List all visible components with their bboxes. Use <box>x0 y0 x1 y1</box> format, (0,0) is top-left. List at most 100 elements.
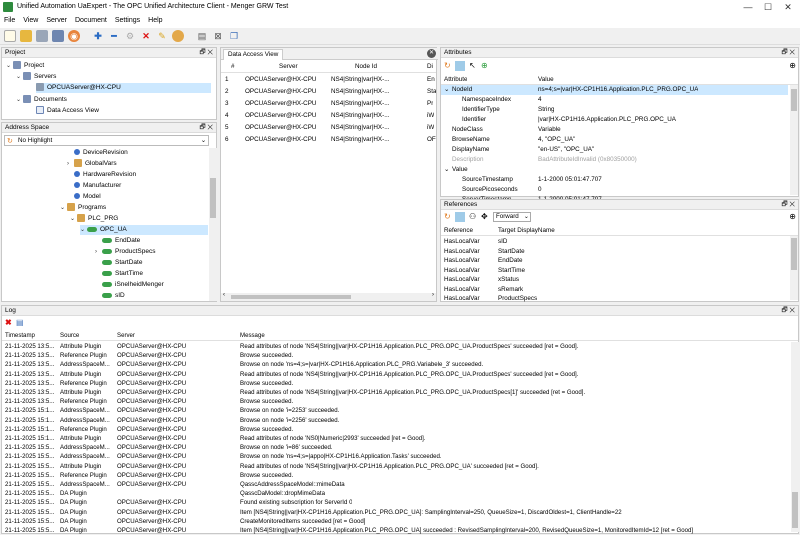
tree-node[interactable]: Model <box>74 192 101 202</box>
panel-buttons[interactable]: 🗗 ✕ <box>781 306 795 316</box>
reference-row[interactable]: HasLocalVar sRemark <box>441 285 788 295</box>
address-space-scrollbar[interactable] <box>209 148 217 301</box>
tree-node-selected[interactable]: ⌄ OPC_UA <box>80 225 208 235</box>
reference-row[interactable]: HasLocalVar EndDate <box>441 256 788 266</box>
cursor-icon[interactable]: ↖ <box>469 61 476 70</box>
direction-select[interactable]: Forward ⌄ <box>493 212 531 222</box>
refresh-icon[interactable]: ↻ <box>444 212 451 221</box>
menu-document[interactable]: Document <box>71 15 111 24</box>
attribute-row[interactable]: Value ⌄ <box>441 165 788 175</box>
close-tab-icon[interactable]: ✕ <box>427 49 436 58</box>
tree-item-data-access-view[interactable]: Data Access View <box>36 106 99 116</box>
log-row[interactable]: 21-11-2025 15:5... AddressSpaceM... OPCUAS… <box>2 443 790 452</box>
add-icon[interactable]: ⊕ <box>481 61 488 70</box>
log-row[interactable]: 21-11-2025 15:5... Attribute Plugin OPCUAS… <box>2 462 790 471</box>
log-row[interactable]: 21-11-2025 13:5... Attribute Plugin OPCUAS… <box>2 342 790 351</box>
dav-row[interactable]: 1 OPCUAServer@HX-CPU NS4|String|var|HX-...… <box>221 74 436 86</box>
tree-node[interactable]: ⌄ PLC_PRG <box>70 214 118 224</box>
connect-icon[interactable]: ⚙ <box>124 30 136 42</box>
log-row[interactable]: 21-11-2025 13:5... AddressSpaceM... OPCUAS… <box>2 360 790 369</box>
attribute-row[interactable]: SourceTimestamp 1-1-2000 05:01:47.707 <box>441 175 788 185</box>
browse-icon[interactable]: ✥ <box>481 212 488 221</box>
preferences-icon[interactable]: ◉ <box>68 30 80 42</box>
attribute-row[interactable]: IdentifierType String <box>441 105 788 115</box>
log-row[interactable]: 21-11-2025 13:5... Reference Plugin OPCUAS… <box>2 351 790 360</box>
tree-node[interactable]: EndDate <box>102 236 140 246</box>
write-icon[interactable] <box>455 61 465 71</box>
panel-buttons[interactable]: 🗗 ✕ <box>781 200 795 210</box>
log-row[interactable]: 21-11-2025 15:5... Reference Plugin OPCUAS… <box>2 471 790 480</box>
tree-node[interactable]: DeviceRevision <box>74 148 128 158</box>
tree-node[interactable]: HardwareRevision <box>74 170 136 180</box>
menu-settings[interactable]: Settings <box>111 15 144 24</box>
panel-buttons[interactable]: 🗗 ✕ <box>781 48 795 58</box>
open-folder-icon[interactable] <box>20 30 32 42</box>
tree-item-documents[interactable]: ⌄ Documents <box>16 95 67 105</box>
attribute-row[interactable]: NamespaceIndex 4 <box>441 95 788 105</box>
log-row[interactable]: 21-11-2025 15:5... DA Plugin OPCUAServer@H… <box>2 517 790 526</box>
log-row[interactable]: 21-11-2025 13:5... Attribute Plugin OPCUAS… <box>2 370 790 379</box>
tree-node[interactable]: iSnelheidMenger <box>102 280 164 290</box>
add-reference-icon[interactable]: ⊕ <box>789 212 796 221</box>
panel-buttons[interactable]: 🗗 ✕ <box>199 123 213 133</box>
save-as-icon[interactable] <box>52 30 64 42</box>
tree-item-servers[interactable]: ⌄ Servers <box>16 72 56 82</box>
user-icon[interactable] <box>172 30 184 42</box>
save-log-icon[interactable]: ▤ <box>16 318 24 327</box>
minimize-button[interactable]: — <box>738 1 758 13</box>
log-row[interactable]: 21-11-2025 15:1... Reference Plugin OPCUAS… <box>2 425 790 434</box>
new-document-icon[interactable] <box>4 30 16 42</box>
tree-node[interactable]: › GlobalVars <box>67 159 117 169</box>
log-row[interactable]: 21-11-2025 15:5... DA Plugin OPCUAServer@H… <box>2 508 790 517</box>
log-row[interactable]: 21-11-2025 15:5... AddressSpaceM... OPCUAS… <box>2 452 790 461</box>
add-document-icon[interactable]: ▤ <box>196 30 208 42</box>
reference-row[interactable]: HasLocalVar StartDate <box>441 247 788 257</box>
menu-server[interactable]: Server <box>42 15 71 24</box>
reference-row[interactable]: HasLocalVar xStatus <box>441 275 788 285</box>
remove-document-icon[interactable]: ⊠ <box>212 30 224 42</box>
log-row[interactable]: 21-11-2025 13:5... Attribute Plugin OPCUAS… <box>2 388 790 397</box>
hierarchy-icon[interactable]: ⚇ <box>469 212 476 221</box>
dav-row[interactable]: 2 OPCUAServer@HX-CPU NS4|String|var|HX-...… <box>221 86 436 98</box>
chevron-down-icon[interactable]: ⌄ <box>444 165 449 175</box>
remove-server-icon[interactable]: ━ <box>108 30 120 42</box>
log-row[interactable]: 21-11-2025 15:5... AddressSpaceM... OPCUAS… <box>2 480 790 489</box>
attribute-row[interactable]: NodeId ns=4;s=|var|HX-CP1H16.Application.… <box>441 85 788 95</box>
log-row[interactable]: 21-11-2025 13:5... Reference Plugin OPCUAS… <box>2 379 790 388</box>
tree-item-project[interactable]: ⌄ Project <box>6 61 44 71</box>
reference-row[interactable]: HasLocalVar StartTime <box>441 266 788 276</box>
log-row[interactable]: 21-11-2025 15:5... DA Plugin QasscDaModel:… <box>2 489 790 498</box>
maximize-button[interactable]: ☐ <box>758 1 778 13</box>
dav-row[interactable]: 4 OPCUAServer@HX-CPU NS4|String|var|HX-...… <box>221 110 436 122</box>
add-column-icon[interactable]: ⊕ <box>789 61 796 70</box>
menu-view[interactable]: View <box>19 15 42 24</box>
tree-node[interactable]: sID <box>102 291 125 301</box>
tree-item-server[interactable]: OPCUAServer@HX-CPU <box>36 83 211 93</box>
attribute-row[interactable]: SourcePicoseconds 0 <box>441 185 788 195</box>
chevron-down-icon[interactable]: ⌄ <box>444 85 449 95</box>
log-row[interactable]: 21-11-2025 15:1... AddressSpaceM... OPCUAS… <box>2 416 790 425</box>
attribute-row[interactable]: Identifier |var|HX-CP1H16.Application.PLC… <box>441 115 788 125</box>
tree-node[interactable]: StartDate <box>102 258 142 268</box>
reference-row[interactable]: HasLocalVar sID <box>441 237 788 247</box>
write-icon[interactable] <box>455 212 465 222</box>
disconnect-icon[interactable]: ✕ <box>140 30 152 42</box>
refresh-icon[interactable]: ↻ <box>444 61 451 70</box>
log-scrollbar[interactable] <box>791 342 799 532</box>
log-row[interactable]: 21-11-2025 13:5... Reference Plugin OPCUAS… <box>2 397 790 406</box>
log-row[interactable]: 21-11-2025 15:5... DA Plugin OPCUAServer@H… <box>2 526 790 534</box>
save-icon[interactable] <box>36 30 48 42</box>
tree-node[interactable]: Manufacturer <box>74 181 121 191</box>
menu-help[interactable]: Help <box>144 15 166 24</box>
dav-hscrollbar[interactable]: ‹ › <box>221 292 436 301</box>
tree-node[interactable]: ⌄ Programs <box>60 203 106 213</box>
window-icon[interactable]: ❐ <box>228 30 240 42</box>
attribute-row[interactable]: NodeClass Variable <box>441 125 788 135</box>
log-row[interactable]: 21-11-2025 15:1... AddressSpaceM... OPCUAS… <box>2 406 790 415</box>
attributes-scrollbar[interactable] <box>790 85 798 195</box>
panel-buttons[interactable]: 🗗 ✕ <box>199 48 213 58</box>
tree-node[interactable]: › ProductSpecs <box>95 247 155 257</box>
references-scrollbar[interactable] <box>790 236 798 300</box>
dav-row[interactable]: 6 OPCUAServer@HX-CPU NS4|String|var|HX-...… <box>221 134 436 146</box>
menu-file[interactable]: File <box>0 15 19 24</box>
